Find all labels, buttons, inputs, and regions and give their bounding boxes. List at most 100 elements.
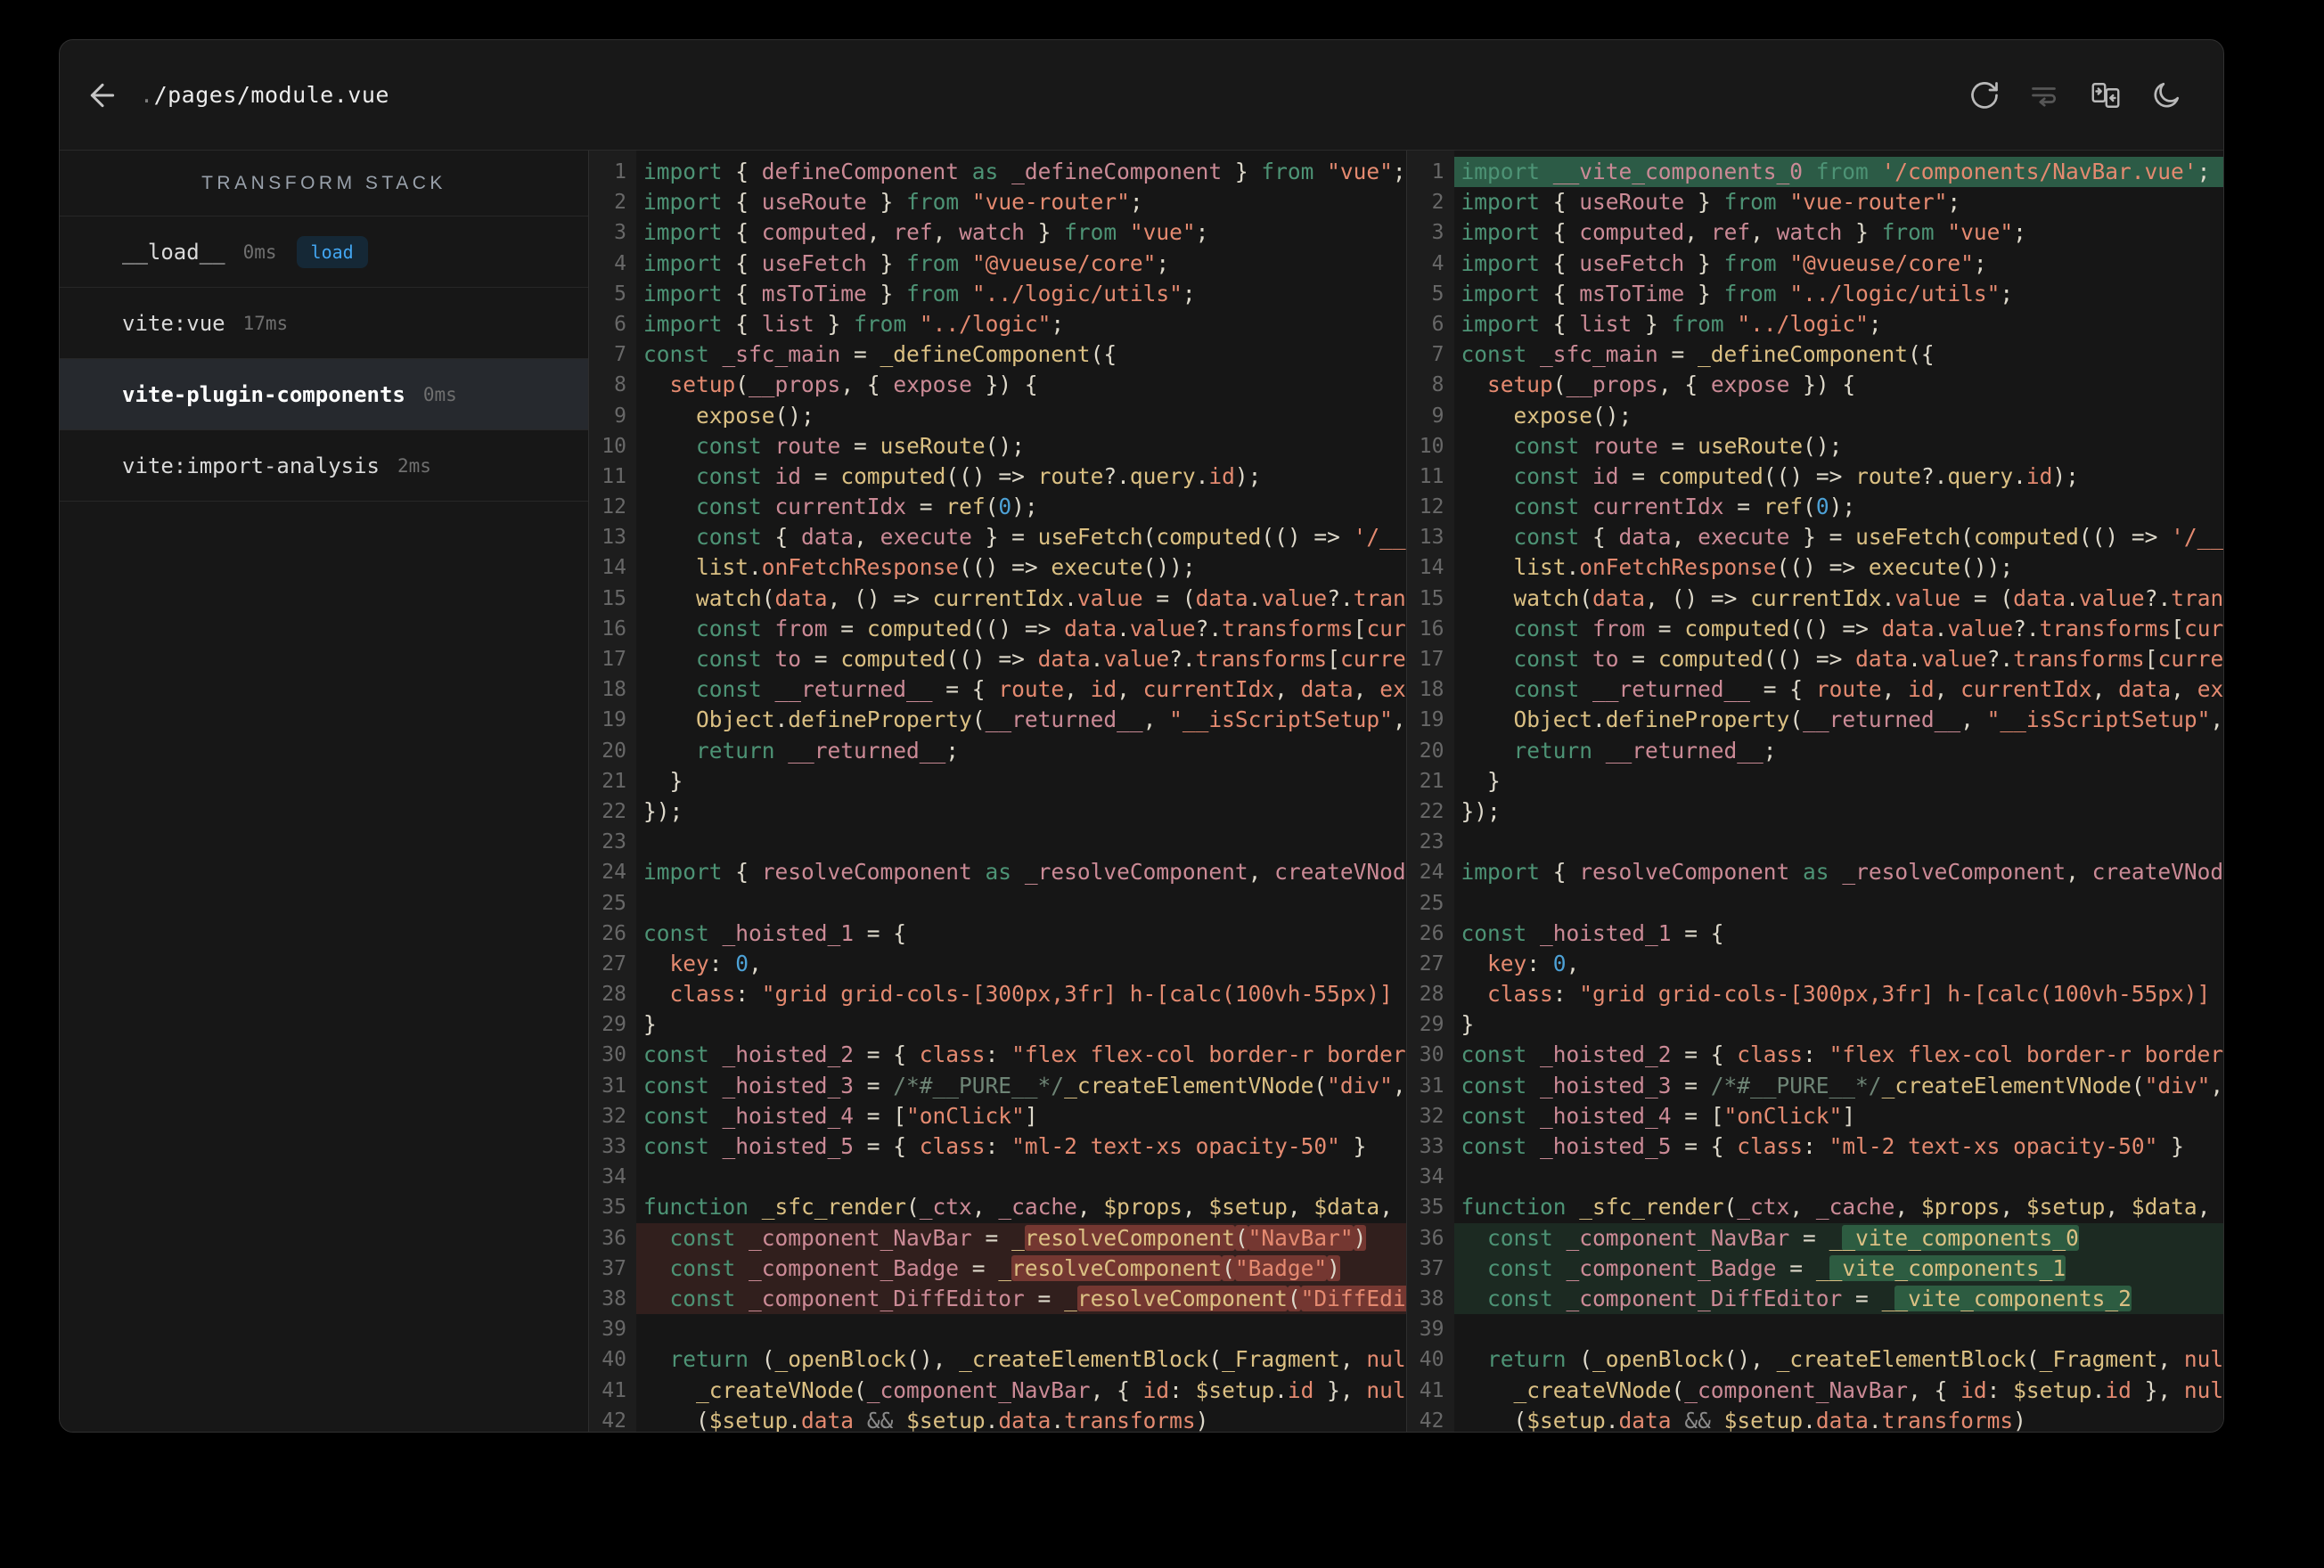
line-number: 10 bbox=[601, 434, 626, 458]
code-line: 26 const _hoisted_1 = { bbox=[1407, 919, 2224, 949]
line-number: 16 bbox=[601, 617, 626, 641]
line-number: 2 bbox=[1431, 191, 1444, 215]
code-text: import { resolveComponent as _resolveCom… bbox=[643, 859, 1406, 886]
code-line: 13 const { data, execute } = useFetch(co… bbox=[1407, 522, 2223, 552]
code-line: 41 _createVNode(_component_NavBar, { id:… bbox=[589, 1376, 1405, 1406]
line-number: 39 bbox=[601, 1318, 626, 1342]
code-panel-before[interactable]: 1 import { defineComponent as _defineComp… bbox=[589, 151, 1407, 1432]
plugin-name: vite:vue bbox=[122, 310, 225, 336]
code-text: const _hoisted_5 = { class: "ml-2 text-x… bbox=[643, 1133, 1367, 1159]
code-line: 9 expose(); bbox=[1407, 401, 2224, 431]
code-line: 8 setup(__props, { expose }) { bbox=[589, 370, 1406, 400]
code-text: return __returned__; bbox=[696, 737, 960, 764]
code-text: ($setup.data && $setup.data.transforms) bbox=[643, 1407, 1209, 1432]
line-number: 20 bbox=[1419, 739, 1444, 763]
line-number: 10 bbox=[1419, 434, 1444, 458]
code-text: const route = useRoute(); bbox=[696, 432, 1025, 459]
code-line: 4 import { useFetch } from "@vueuse/core"… bbox=[589, 249, 1406, 279]
code-line: 35 function _sfc_render(_ctx, _cache, $pr… bbox=[589, 1192, 1406, 1222]
code-line: 31 const _hoisted_3 = /*#__PURE__*/_creat… bbox=[1407, 1071, 2224, 1101]
code-text: Object.defineProperty(__returned__, "__i… bbox=[1513, 706, 2223, 733]
refresh-button[interactable] bbox=[1968, 79, 2001, 111]
code-text: const _component_NavBar = __vite_compone… bbox=[1453, 1222, 2223, 1254]
line-number: 13 bbox=[1419, 526, 1444, 550]
sidebar-item-vite-plugin-components[interactable]: vite-plugin-components 0ms bbox=[60, 359, 588, 430]
code-panel-after[interactable]: 1 import __vite_components_0 from '/compo… bbox=[1406, 151, 2224, 1432]
code-text: } bbox=[643, 767, 683, 794]
line-number: 8 bbox=[614, 373, 626, 397]
code-text: import { useFetch } from "@vueuse/core"; bbox=[1461, 249, 1987, 276]
line-number: 23 bbox=[601, 830, 626, 854]
code-text: watch(data, () => currentIdx.value = (da… bbox=[1513, 584, 2223, 611]
code-text: import { computed, ref, watch } from "vu… bbox=[643, 219, 1209, 246]
code-text: const route = useRoute(); bbox=[1513, 432, 1843, 459]
code-line: 42 ($setup.data && $setup.data.transform… bbox=[589, 1406, 1406, 1432]
line-number: 42 bbox=[1419, 1409, 1444, 1432]
code-line: 11 const id = computed(() => route?.quer… bbox=[589, 461, 1406, 492]
inline-diff-toggle[interactable] bbox=[2029, 79, 2061, 111]
side-by-side-toggle[interactable] bbox=[2090, 79, 2122, 111]
back-button[interactable] bbox=[85, 78, 120, 113]
code-text: key: 0, bbox=[1487, 950, 1580, 976]
code-line: 11 const id = computed(() => route?.quer… bbox=[1407, 461, 2224, 492]
code-text: const _hoisted_3 = /*#__PURE__*/_createE… bbox=[1461, 1072, 2224, 1098]
code-text: setup(__props, { expose }) { bbox=[669, 372, 1038, 398]
code-line: 23 bbox=[1407, 827, 2224, 857]
line-number: 14 bbox=[601, 556, 626, 580]
code-line: 40 return (_openBlock(), _createElementB… bbox=[1407, 1344, 2223, 1375]
code-line: 38 const _component_DiffEditor = __vite_… bbox=[1407, 1283, 2223, 1315]
line-number: 5 bbox=[614, 282, 626, 306]
line-number: 27 bbox=[1419, 951, 1444, 976]
line-number: 25 bbox=[1419, 891, 1444, 915]
code-line: 41 _createVNode(_component_NavBar, { id:… bbox=[1407, 1376, 2223, 1406]
code-line: 33 const _hoisted_5 = { class: "ml-2 text… bbox=[1407, 1131, 2224, 1162]
refresh-icon bbox=[1968, 81, 2001, 115]
code-line: 18 const __returned__ = { route, id, cur… bbox=[1407, 674, 2223, 705]
sidebar-item--load-[interactable]: __load__ 0ms load bbox=[60, 216, 588, 288]
load-badge: load bbox=[296, 235, 368, 268]
code-line: 28 class: "grid grid-cols-[300px,3fr] h-… bbox=[589, 979, 1406, 1009]
code-text: import { useRoute } from "vue-router"; bbox=[1461, 189, 1961, 216]
line-number: 23 bbox=[1419, 830, 1444, 854]
code-text: return (_openBlock(), _createElementBloc… bbox=[669, 1346, 1406, 1373]
module-path-prefix: . bbox=[140, 82, 154, 108]
line-number: 28 bbox=[601, 983, 626, 1007]
code-text: import { msToTime } from "../logic/utils… bbox=[1461, 280, 2014, 306]
line-number: 41 bbox=[601, 1378, 626, 1402]
line-number: 3 bbox=[614, 221, 626, 245]
line-number: 2 bbox=[614, 191, 626, 215]
code-line: 35 function _sfc_render(_ctx, _cache, $pr… bbox=[1407, 1192, 2224, 1222]
line-number: 4 bbox=[1431, 251, 1444, 275]
line-number: 29 bbox=[601, 1013, 626, 1037]
sidebar-item-vite-import-analysis[interactable]: vite:import-analysis 2ms bbox=[60, 430, 588, 502]
code-line: 4 import { useFetch } from "@vueuse/core"… bbox=[1407, 249, 2224, 279]
code-text: const to = computed(() => data.value?.tr… bbox=[696, 646, 1406, 672]
code-text: watch(data, () => currentIdx.value = (da… bbox=[696, 584, 1406, 611]
code-line: 34 bbox=[589, 1162, 1406, 1192]
code-line: 27 key: 0, bbox=[589, 949, 1406, 979]
code-line: 19 Object.defineProperty(__returned__, "… bbox=[589, 705, 1405, 735]
code-text: list.onFetchResponse(() => execute()); bbox=[1513, 554, 2014, 581]
code-line: 22}); bbox=[1407, 796, 2224, 827]
code-text: function _sfc_render(_ctx, _cache, $prop… bbox=[643, 1194, 1406, 1221]
code-text: function _sfc_render(_ctx, _cache, $prop… bbox=[1461, 1194, 2223, 1221]
line-number: 32 bbox=[1419, 1104, 1444, 1128]
line-number: 30 bbox=[601, 1043, 626, 1067]
code-line: 15 watch(data, () => currentIdx.value = … bbox=[1407, 584, 2223, 614]
code-line: 39 bbox=[1407, 1314, 2224, 1344]
line-number: 17 bbox=[601, 648, 626, 671]
dark-mode-toggle[interactable] bbox=[2150, 79, 2182, 111]
line-number: 42 bbox=[601, 1409, 626, 1432]
plugin-time: 0ms bbox=[422, 383, 457, 405]
code-text: const _hoisted_1 = { bbox=[1461, 919, 1724, 946]
code-line: 36 const _component_NavBar = _resolveCom… bbox=[589, 1222, 1406, 1254]
inline-diff-icon bbox=[2029, 86, 2061, 115]
code-line: 38 const _component_DiffEditor = _resolv… bbox=[589, 1283, 1406, 1315]
main-area: TRANSFORM STACK __load__ 0ms load vite:vue 1… bbox=[60, 151, 2223, 1432]
sidebar-item-vite-vue[interactable]: vite:vue 17ms bbox=[60, 288, 588, 359]
line-number: 14 bbox=[1419, 556, 1444, 580]
